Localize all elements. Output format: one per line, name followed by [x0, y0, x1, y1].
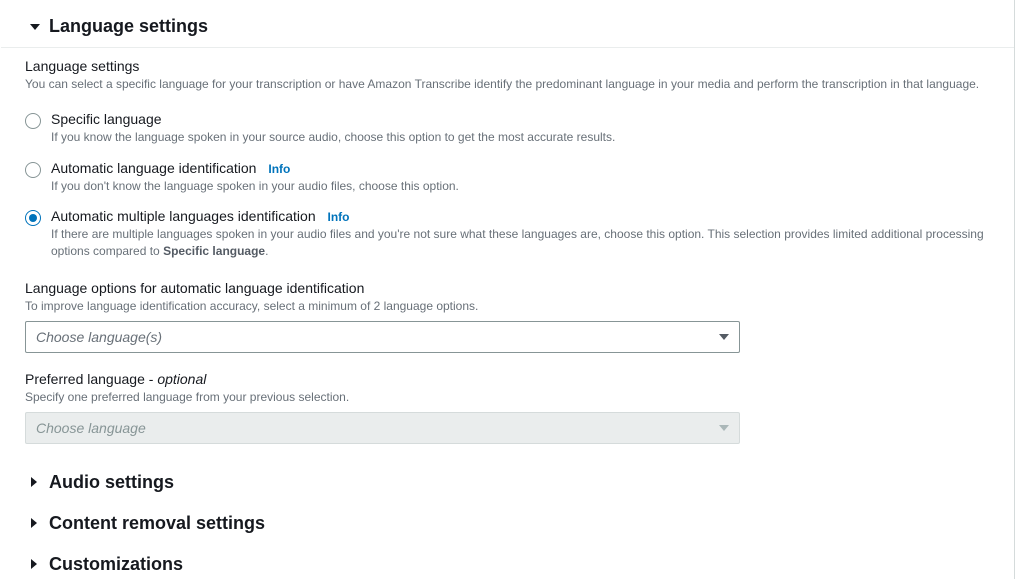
field-desc: Specify one preferred language from your… — [25, 389, 990, 406]
radio-label: Specific language — [51, 111, 162, 127]
section-title: Content removal settings — [49, 513, 265, 534]
radio-desc: If there are multiple languages spoken i… — [51, 226, 990, 260]
field-label: Preferred language - optional — [25, 371, 990, 387]
section-header-audio-settings[interactable]: Audio settings — [1, 462, 1014, 503]
section-header-content-removal[interactable]: Content removal settings — [1, 503, 1014, 544]
caret-right-icon — [29, 477, 41, 487]
field-label: Language settings — [25, 58, 990, 74]
info-link[interactable]: Info — [328, 210, 350, 224]
radio-auto-multi-language[interactable]: Automatic multiple languages identificat… — [25, 208, 990, 260]
radio-auto-language[interactable]: Automatic language identification Info I… — [25, 160, 990, 195]
field-desc: To improve language identification accur… — [25, 298, 990, 315]
radio-specific-language[interactable]: Specific language If you know the langua… — [25, 111, 990, 146]
info-link[interactable]: Info — [268, 162, 290, 176]
language-options-field: Language options for automatic language … — [25, 280, 990, 353]
section-title: Audio settings — [49, 472, 174, 493]
caret-down-icon — [719, 423, 729, 433]
radio-icon-selected[interactable] — [25, 210, 41, 226]
select-placeholder: Choose language(s) — [36, 329, 162, 345]
field-desc: You can select a specific language for y… — [25, 76, 990, 93]
preferred-language-field: Preferred language - optional Specify on… — [25, 371, 990, 444]
caret-down-icon — [29, 22, 41, 32]
select-placeholder: Choose language — [36, 420, 146, 436]
language-options-select[interactable]: Choose language(s) — [25, 321, 740, 353]
section-header-customizations[interactable]: Customizations — [1, 544, 1014, 585]
language-mode-radio-group: Specific language If you know the langua… — [25, 111, 990, 260]
radio-label: Automatic language identification — [51, 160, 256, 176]
section-title: Customizations — [49, 554, 183, 575]
section-header-language-settings[interactable]: Language settings — [1, 10, 1014, 48]
radio-desc: If you don't know the language spoken in… — [51, 178, 990, 195]
caret-right-icon — [29, 559, 41, 569]
radio-icon[interactable] — [25, 162, 41, 178]
preferred-language-select: Choose language — [25, 412, 740, 444]
radio-icon[interactable] — [25, 113, 41, 129]
radio-label: Automatic multiple languages identificat… — [51, 208, 316, 224]
section-title: Language settings — [49, 16, 208, 37]
language-settings-intro: Language settings You can select a speci… — [25, 58, 990, 93]
caret-down-icon — [719, 332, 729, 342]
field-label: Language options for automatic language … — [25, 280, 990, 296]
radio-desc: If you know the language spoken in your … — [51, 129, 990, 146]
caret-right-icon — [29, 518, 41, 528]
